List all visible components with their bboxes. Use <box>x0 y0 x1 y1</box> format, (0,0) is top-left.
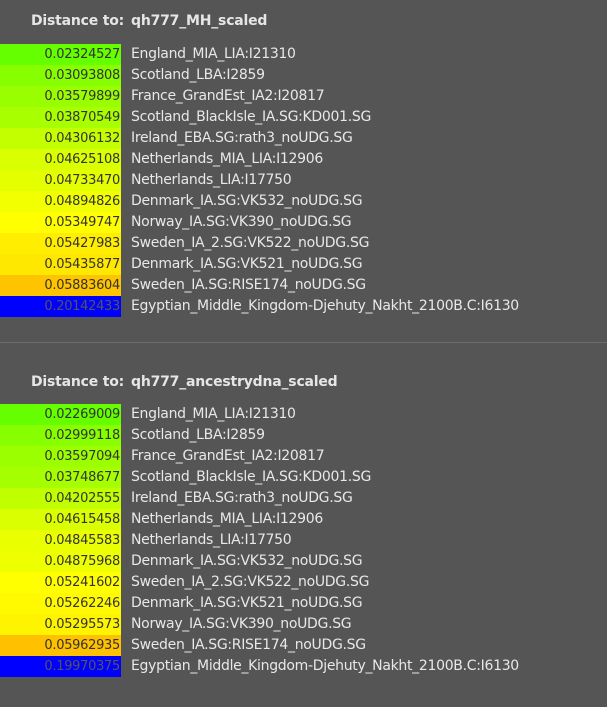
distance-row: 0.03579899 France_GrandEst_IA2:I20817 <box>0 86 607 107</box>
distance-value: 0.02324527 <box>0 44 121 65</box>
population-sample-name: Sweden_IA.SG:RISE174_noUDG.SG <box>131 637 366 653</box>
distance-value: 0.04202555 <box>0 488 121 509</box>
distance-list: 0.02324527 England_MIA_LIA:I21310 0.030938… <box>0 44 607 317</box>
population-sample-name: Scotland_LBA:I2859 <box>131 67 265 83</box>
distance-row: 0.05241602 Sweden_IA_2.SG:VK522_noUDG.SG <box>0 572 607 593</box>
population-sample-name: Norway_IA.SG:VK390_noUDG.SG <box>131 616 352 632</box>
distance-panel-2: Distance to: qh777_ancestrydna_scaled 0.… <box>0 343 607 707</box>
distance-value: 0.05262246 <box>0 593 121 614</box>
population-sample-name: Denmark_IA.SG:VK521_noUDG.SG <box>131 595 363 611</box>
distance-row: 0.04845583 Netherlands_LIA:I17750 <box>0 530 607 551</box>
distance-value: 0.05435877 <box>0 254 121 275</box>
distance-row: 0.03093808 Scotland_LBA:I2859 <box>0 65 607 86</box>
population-sample-name: Norway_IA.SG:VK390_noUDG.SG <box>131 214 352 230</box>
population-sample-name: France_GrandEst_IA2:I20817 <box>131 448 325 464</box>
distance-value: 0.03748677 <box>0 467 121 488</box>
distance-row: 0.05349747 Norway_IA.SG:VK390_noUDG.SG <box>0 212 607 233</box>
population-sample-name: England_MIA_LIA:I21310 <box>131 406 296 422</box>
distance-list: 0.02269009 England_MIA_LIA:I21310 0.029991… <box>0 404 607 677</box>
distance-to-label: Distance to: <box>31 13 125 29</box>
distance-row: 0.02269009 England_MIA_LIA:I21310 <box>0 404 607 425</box>
distance-row: 0.04894826 Denmark_IA.SG:VK532_noUDG.SG <box>0 191 607 212</box>
target-sample-name: qh777_ancestrydna_scaled <box>131 374 338 390</box>
distance-row: 0.05883604 Sweden_IA.SG:RISE174_noUDG.SG <box>0 275 607 296</box>
population-sample-name: England_MIA_LIA:I21310 <box>131 46 296 62</box>
population-sample-name: Denmark_IA.SG:VK521_noUDG.SG <box>131 256 363 272</box>
population-sample-name: Netherlands_MIA_LIA:I12906 <box>131 511 323 527</box>
distance-value: 0.19970375 <box>0 656 121 677</box>
population-sample-name: Denmark_IA.SG:VK532_noUDG.SG <box>131 553 363 569</box>
distance-value: 0.03093808 <box>0 65 121 86</box>
population-sample-name: Netherlands_LIA:I17750 <box>131 172 292 188</box>
distance-value: 0.02269009 <box>0 404 121 425</box>
distance-row: 0.05435877 Denmark_IA.SG:VK521_noUDG.SG <box>0 254 607 275</box>
panel-header: Distance to: qh777_MH_scaled <box>0 13 607 35</box>
distance-value: 0.20142433 <box>0 296 121 317</box>
distance-row: 0.02999118 Scotland_LBA:I2859 <box>0 425 607 446</box>
population-sample-name: Ireland_EBA.SG:rath3_noUDG.SG <box>131 490 353 506</box>
distance-value: 0.04845583 <box>0 530 121 551</box>
distance-row: 0.05295573 Norway_IA.SG:VK390_noUDG.SG <box>0 614 607 635</box>
distance-value: 0.05349747 <box>0 212 121 233</box>
population-sample-name: Scotland_BlackIsle_IA.SG:KD001.SG <box>131 469 372 485</box>
distance-row: 0.03748677 Scotland_BlackIsle_IA.SG:KD001… <box>0 467 607 488</box>
population-sample-name: Netherlands_LIA:I17750 <box>131 532 292 548</box>
distance-row: 0.04306132 Ireland_EBA.SG:rath3_noUDG.SG <box>0 128 607 149</box>
population-sample-name: Sweden_IA_2.SG:VK522_noUDG.SG <box>131 574 370 590</box>
population-sample-name: Egyptian_Middle_Kingdom-Djehuty_Nakht_21… <box>131 298 519 314</box>
distance-value: 0.04306132 <box>0 128 121 149</box>
distance-value: 0.04894826 <box>0 191 121 212</box>
distance-row: 0.05962935 Sweden_IA.SG:RISE174_noUDG.SG <box>0 635 607 656</box>
distance-row: 0.05427983 Sweden_IA_2.SG:VK522_noUDG.SG <box>0 233 607 254</box>
distance-value: 0.03870549 <box>0 107 121 128</box>
distance-row: 0.05262246 Denmark_IA.SG:VK521_noUDG.SG <box>0 593 607 614</box>
distance-value: 0.04875968 <box>0 551 121 572</box>
distance-panel-1: Distance to: qh777_MH_scaled 0.02324527 E… <box>0 0 607 342</box>
population-sample-name: Scotland_LBA:I2859 <box>131 427 265 443</box>
population-sample-name: Sweden_IA.SG:RISE174_noUDG.SG <box>131 277 366 293</box>
target-sample-name: qh777_MH_scaled <box>131 13 268 29</box>
population-sample-name: Denmark_IA.SG:VK532_noUDG.SG <box>131 193 363 209</box>
distance-value: 0.05962935 <box>0 635 121 656</box>
population-sample-name: Ireland_EBA.SG:rath3_noUDG.SG <box>131 130 353 146</box>
distance-row: 0.03597094 France_GrandEst_IA2:I20817 <box>0 446 607 467</box>
distance-value: 0.04625108 <box>0 149 121 170</box>
distance-row: 0.04733470 Netherlands_LIA:I17750 <box>0 170 607 191</box>
population-sample-name: France_GrandEst_IA2:I20817 <box>131 88 325 104</box>
panel-header: Distance to: qh777_ancestrydna_scaled <box>0 374 607 396</box>
distance-value: 0.04733470 <box>0 170 121 191</box>
distance-value: 0.05295573 <box>0 614 121 635</box>
distance-row: 0.04202555 Ireland_EBA.SG:rath3_noUDG.SG <box>0 488 607 509</box>
distance-row: 0.04625108 Netherlands_MIA_LIA:I12906 <box>0 149 607 170</box>
distance-row: 0.20142433 Egyptian_Middle_Kingdom-Djehut… <box>0 296 607 317</box>
distance-value: 0.03579899 <box>0 86 121 107</box>
distance-row: 0.02324527 England_MIA_LIA:I21310 <box>0 44 607 65</box>
population-sample-name: Egyptian_Middle_Kingdom-Djehuty_Nakht_21… <box>131 658 519 674</box>
distance-row: 0.04615458 Netherlands_MIA_LIA:I12906 <box>0 509 607 530</box>
population-sample-name: Scotland_BlackIsle_IA.SG:KD001.SG <box>131 109 372 125</box>
distance-value: 0.04615458 <box>0 509 121 530</box>
distance-row: 0.03870549 Scotland_BlackIsle_IA.SG:KD001… <box>0 107 607 128</box>
distance-to-label: Distance to: <box>31 374 125 390</box>
distance-value: 0.05883604 <box>0 275 121 296</box>
population-sample-name: Sweden_IA_2.SG:VK522_noUDG.SG <box>131 235 370 251</box>
distance-value: 0.05241602 <box>0 572 121 593</box>
distance-value: 0.03597094 <box>0 446 121 467</box>
population-sample-name: Netherlands_MIA_LIA:I12906 <box>131 151 323 167</box>
distance-value: 0.02999118 <box>0 425 121 446</box>
distance-row: 0.19970375 Egyptian_Middle_Kingdom-Djehut… <box>0 656 607 677</box>
distance-value: 0.05427983 <box>0 233 121 254</box>
distance-row: 0.04875968 Denmark_IA.SG:VK532_noUDG.SG <box>0 551 607 572</box>
